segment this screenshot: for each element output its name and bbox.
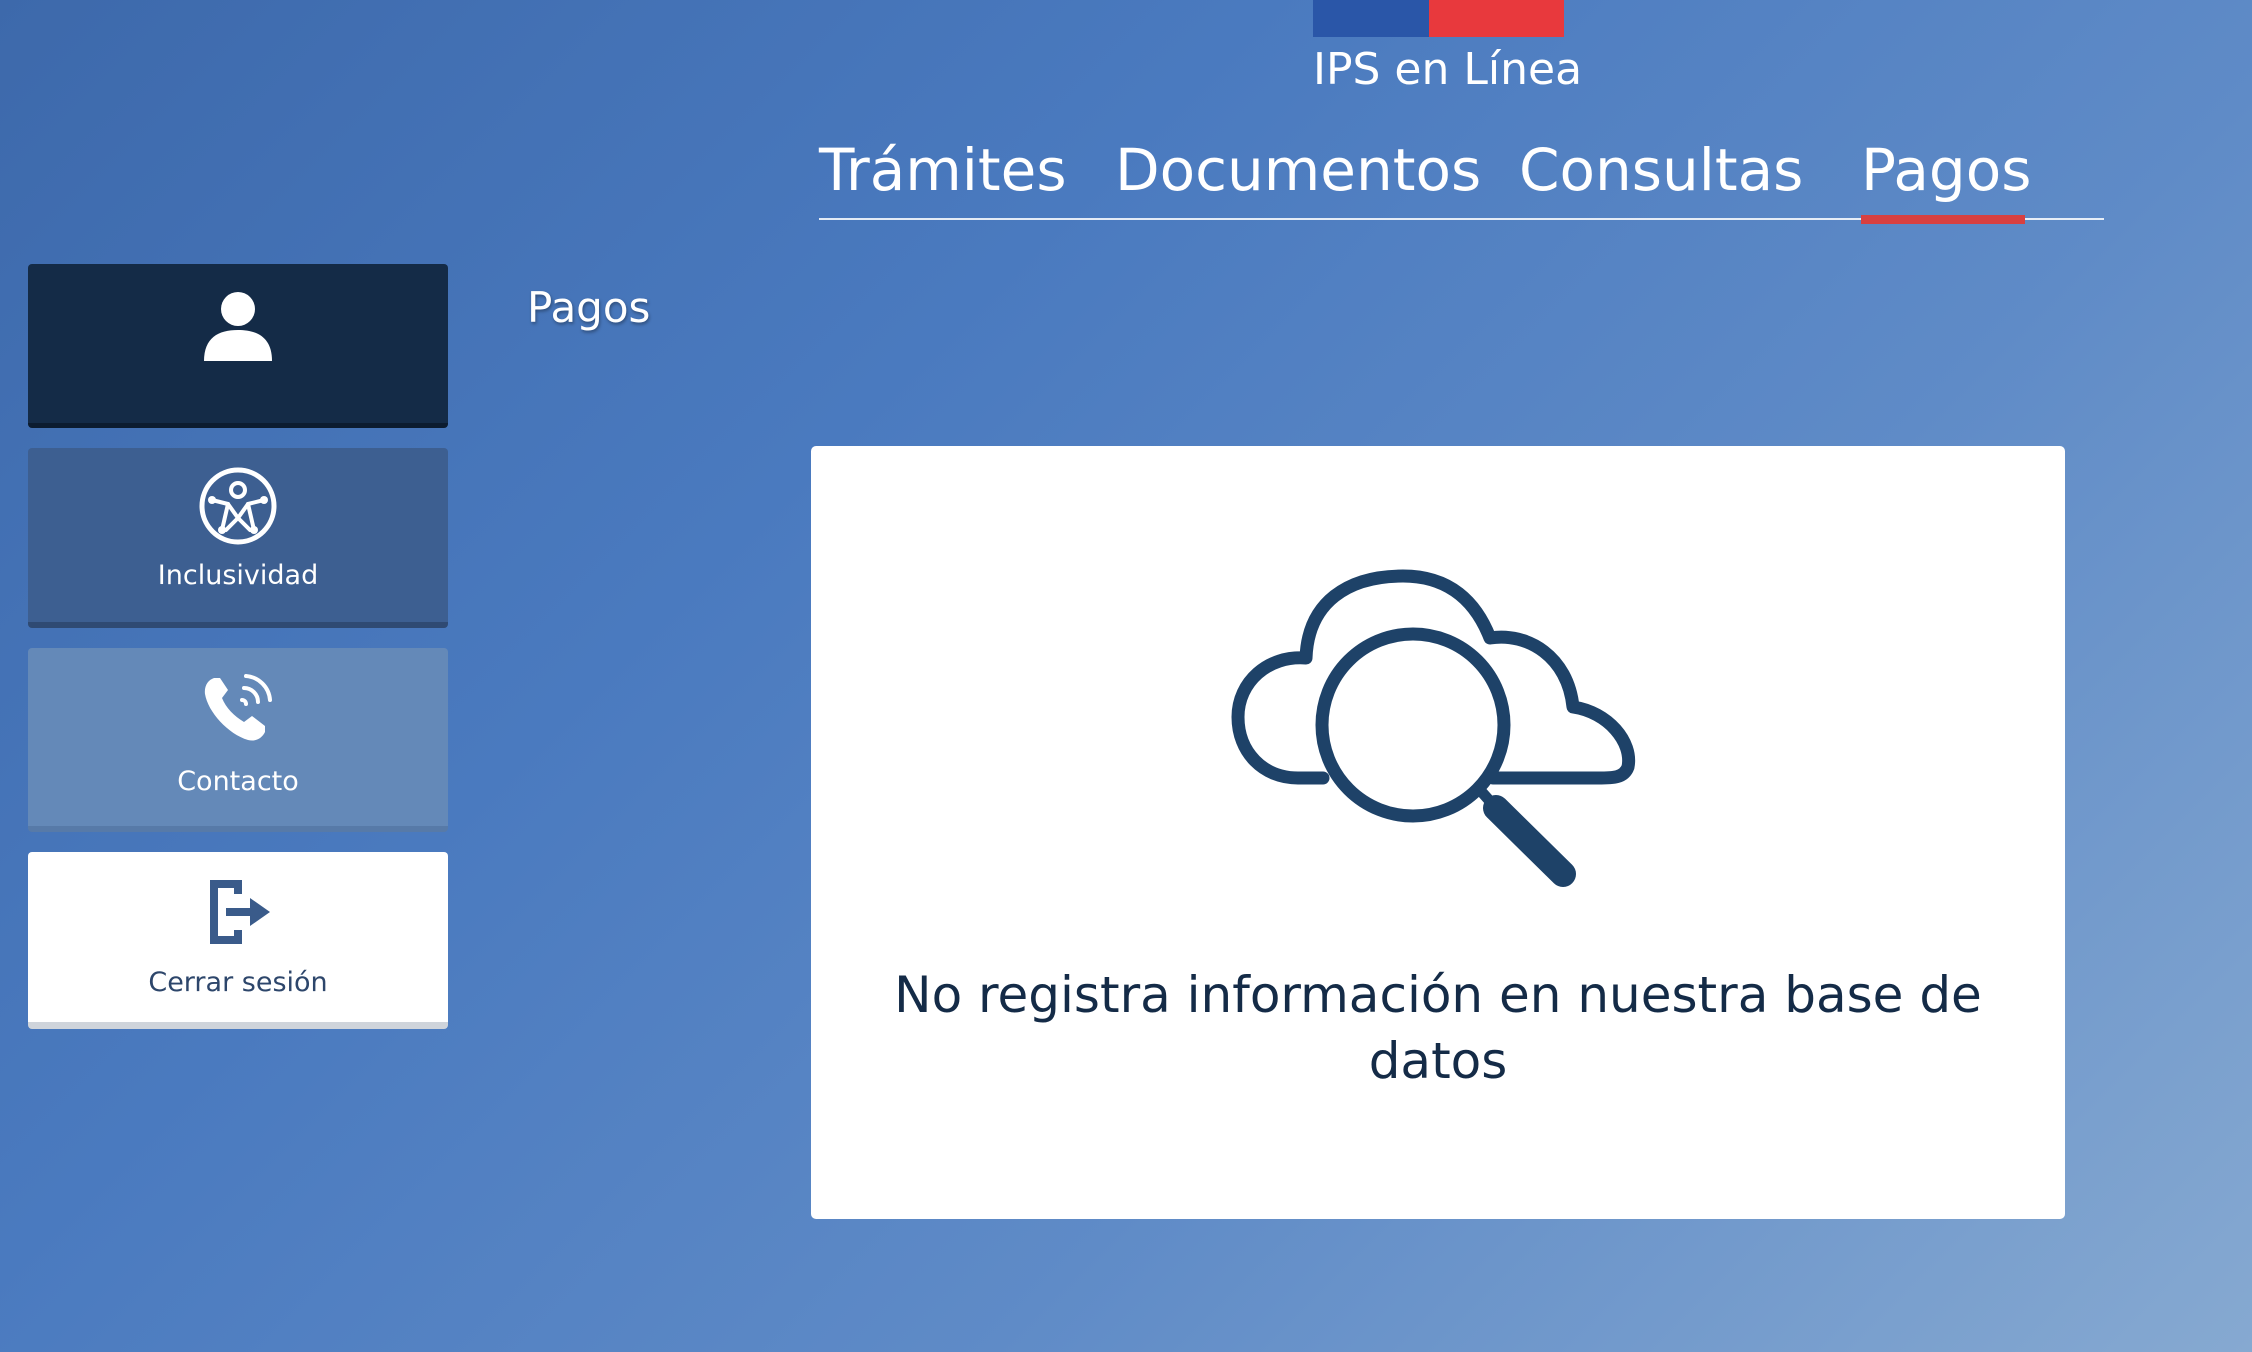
empty-state-card: No registra información en nuestra base …: [811, 446, 2065, 1219]
profile-button[interactable]: [28, 264, 448, 428]
tab-pagos[interactable]: Pagos: [1861, 130, 2031, 224]
contacto-button[interactable]: Contacto: [28, 648, 448, 832]
accessibility-icon: [199, 467, 277, 545]
user-icon: [204, 292, 272, 361]
main-nav: Trámites Documentos Consultas Pagos: [819, 130, 2104, 224]
logout-label: Cerrar sesión: [148, 967, 328, 998]
flag-red: [1429, 0, 1564, 37]
contacto-label: Contacto: [177, 766, 299, 797]
logout-button[interactable]: Cerrar sesión: [28, 852, 448, 1029]
tab-consultas[interactable]: Consultas: [1519, 130, 1803, 218]
flag-bar: [1313, 0, 1564, 37]
site-title: IPS en Línea: [1313, 44, 1583, 95]
section-title: Pagos: [527, 283, 651, 332]
logout-icon: [210, 880, 270, 944]
phone-icon: [204, 674, 272, 741]
empty-state-message: No registra información en nuestra base …: [894, 966, 1982, 1090]
flag-blue: [1313, 0, 1429, 37]
inclusividad-label: Inclusividad: [157, 560, 319, 591]
tab-documentos[interactable]: Documentos: [1115, 130, 1481, 218]
inclusividad-button[interactable]: Inclusividad: [28, 448, 448, 628]
cloud-search-icon: [1231, 569, 1636, 887]
tab-tramites[interactable]: Trámites: [819, 130, 1067, 218]
